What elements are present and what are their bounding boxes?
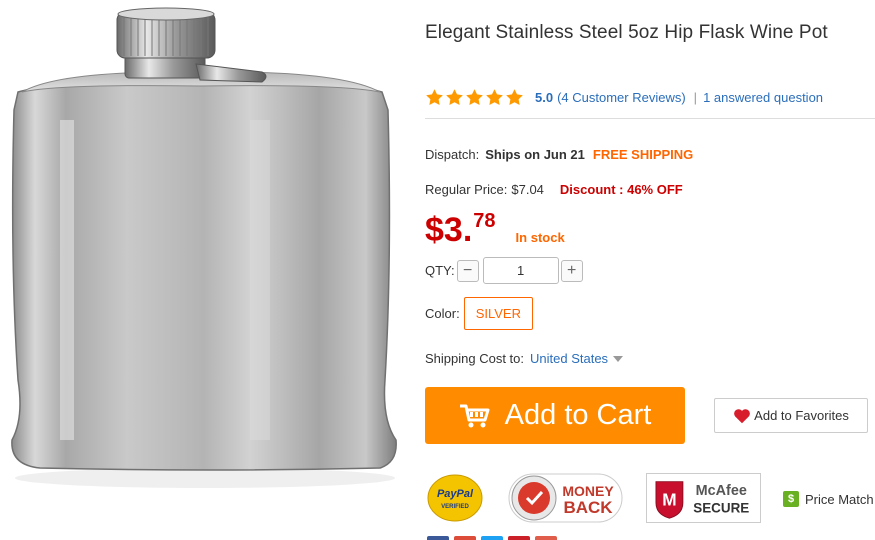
color-option-silver[interactable]: SILVER bbox=[463, 297, 533, 330]
customer-reviews-link[interactable]: (4 Customer Reviews) bbox=[557, 90, 686, 105]
mcafee-secure-label: SECURE bbox=[693, 500, 749, 515]
regular-price-value: $7.04 bbox=[511, 182, 544, 197]
free-shipping-badge: FREE SHIPPING bbox=[592, 147, 694, 162]
heart-icon bbox=[734, 408, 751, 423]
twitter-share-icon[interactable] bbox=[481, 536, 503, 540]
paypal-verified-label: VERIFIED bbox=[441, 504, 469, 510]
price-whole: 3 bbox=[443, 211, 463, 249]
product-info-panel: Elegant Stainless Steel 5oz Hip Flask Wi… bbox=[425, 0, 875, 540]
facebook-share-icon[interactable] bbox=[427, 536, 449, 540]
star-rating[interactable] bbox=[425, 88, 525, 107]
money-back-bottom-label: BACK bbox=[563, 498, 613, 517]
price-row: $3. 78 In stock bbox=[425, 208, 565, 252]
price-cents: 78 bbox=[473, 210, 496, 232]
add-to-favorites-label: Add to Favorites bbox=[754, 408, 849, 423]
answered-question-link[interactable]: 1 answered question bbox=[703, 90, 823, 105]
money-back-top-label: MONEY bbox=[562, 483, 614, 499]
quantity-row: QTY: − + bbox=[425, 257, 583, 284]
price-dot: . bbox=[462, 211, 473, 249]
dispatch-row: Dispatch: Ships on Jun 21 FREE SHIPPING bbox=[425, 147, 693, 162]
dispatch-value: Ships on Jun 21 bbox=[485, 147, 585, 162]
add-to-cart-label: Add to Cart bbox=[504, 399, 652, 431]
more-share-icon[interactable] bbox=[535, 536, 557, 540]
dispatch-label: Dispatch: bbox=[425, 147, 480, 162]
product-image[interactable] bbox=[0, 0, 400, 540]
trust-badges: PayPal VERIFIED MONEY BACK M McAfee SECU… bbox=[425, 470, 875, 526]
star-icon bbox=[506, 89, 523, 105]
svg-text:M: M bbox=[662, 490, 676, 510]
paypal-label: PayPal bbox=[437, 488, 474, 500]
shipping-row: Shipping Cost to: United States bbox=[425, 351, 624, 366]
add-to-cart-button[interactable]: Add to Cart bbox=[425, 387, 685, 444]
money-back-badge: MONEY BACK bbox=[508, 473, 623, 523]
price-currency: $ bbox=[425, 211, 444, 249]
color-row: Color: SILVER bbox=[425, 297, 533, 330]
rating-row: 5.0 (4 Customer Reviews) | 1 answered qu… bbox=[425, 88, 823, 107]
pinterest-share-icon[interactable] bbox=[508, 536, 530, 540]
price-match-link[interactable]: $ Price Match bbox=[783, 491, 874, 507]
star-icon bbox=[486, 89, 503, 105]
mcafee-label: McAfee bbox=[696, 483, 747, 499]
chevron-down-icon[interactable] bbox=[613, 355, 624, 362]
share-buttons bbox=[427, 536, 562, 540]
rating-score: 5.0 bbox=[535, 90, 554, 105]
discount-text: Discount : 46% OFF bbox=[559, 182, 683, 197]
rating-separator: | bbox=[693, 90, 698, 105]
quantity-increase-button[interactable]: + bbox=[560, 259, 583, 282]
star-icon bbox=[446, 89, 463, 105]
paypal-verified-badge: PayPal VERIFIED bbox=[427, 474, 483, 522]
color-label: Color: bbox=[425, 306, 460, 321]
cart-icon bbox=[459, 404, 490, 427]
stock-status: In stock bbox=[515, 230, 565, 245]
regular-price-label: Regular Price: bbox=[425, 182, 508, 197]
divider bbox=[425, 118, 875, 119]
regular-price-row: Regular Price: $7.04 Discount : 46% OFF bbox=[425, 182, 683, 197]
mcafee-secure-badge: M McAfee SECURE bbox=[646, 473, 761, 523]
product-title: Elegant Stainless Steel 5oz Hip Flask Wi… bbox=[425, 22, 828, 43]
star-icon bbox=[426, 89, 443, 105]
price-match-label: Price Match bbox=[805, 491, 874, 507]
star-icon bbox=[466, 89, 483, 105]
quantity-input[interactable] bbox=[482, 257, 559, 284]
shipping-label: Shipping Cost to: bbox=[425, 351, 525, 366]
hip-flask-image bbox=[11, 7, 397, 488]
quantity-label: QTY: bbox=[425, 263, 455, 278]
shipping-country-select[interactable]: United States bbox=[530, 351, 608, 366]
dollar-icon: $ bbox=[783, 491, 799, 507]
add-to-favorites-button[interactable]: Add to Favorites bbox=[714, 398, 868, 433]
google-plus-share-icon[interactable] bbox=[454, 536, 476, 540]
quantity-decrease-button[interactable]: − bbox=[456, 259, 479, 282]
